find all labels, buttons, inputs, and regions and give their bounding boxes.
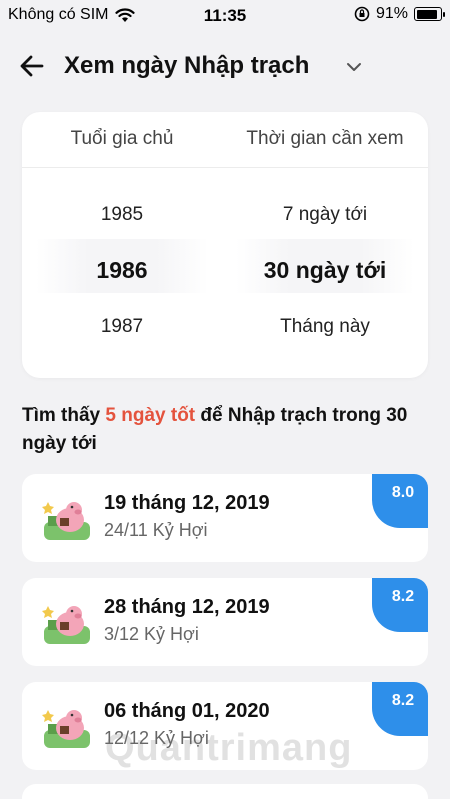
result-card-partial[interactable]: [22, 784, 428, 799]
result-lunar-date: 24/11 Kỷ Hợi: [104, 520, 208, 540]
score-badge: 8.2: [372, 682, 428, 736]
page-title[interactable]: Xem ngày Nhập trạch: [64, 52, 309, 80]
pig-icon: [42, 502, 90, 540]
result-date: 28 tháng 12, 2019: [104, 596, 270, 618]
year-option-selected[interactable]: 1986: [22, 257, 222, 284]
status-right: 91%: [354, 5, 445, 23]
back-button[interactable]: [16, 50, 48, 82]
summary-prefix: Tìm thấy: [22, 405, 106, 426]
range-option[interactable]: Tháng này: [222, 316, 428, 338]
battery-fill: [416, 9, 438, 19]
year-option[interactable]: 1987: [22, 316, 222, 338]
score-badge: 8.2: [372, 578, 428, 632]
battery-icon: [414, 7, 445, 21]
range-option[interactable]: 7 ngày tới: [222, 204, 428, 226]
header: Xem ngày Nhập trạch: [0, 40, 450, 94]
time-range-header: Thời gian cần xem: [246, 128, 404, 149]
result-lunar-date: 3/12 Kỷ Hợi: [104, 624, 199, 644]
watermark: Quantrimang: [105, 727, 353, 769]
title-dropdown[interactable]: [343, 56, 365, 78]
result-card[interactable]: 28 tháng 12, 2019 3/12 Kỷ Hợi 8.2: [22, 578, 428, 666]
arrow-left-icon: [20, 55, 44, 77]
range-option-selected[interactable]: 30 ngày tới: [222, 257, 428, 284]
orientation-lock-icon: [354, 6, 370, 22]
good-days-count: 5 ngày tốt: [105, 405, 196, 426]
score-badge: 8.0: [372, 474, 428, 528]
battery-percent: 91%: [375, 5, 408, 22]
owner-age-header: Tuổi gia chủ: [70, 128, 174, 149]
header-divider: [22, 167, 428, 168]
year-option[interactable]: 1985: [22, 204, 222, 226]
picker-card: Tuổi gia chủ Thời gian cần xem 1985 1986…: [22, 112, 428, 378]
result-card[interactable]: 19 tháng 12, 2019 24/11 Kỷ Hợi 8.0: [22, 474, 428, 562]
results-summary: Tìm thấy 5 ngày tốt để Nhập trạch trong …: [22, 402, 432, 458]
pig-icon: [42, 606, 90, 644]
status-bar: Không có SIM 11:35 91%: [0, 0, 450, 30]
result-date: 06 tháng 01, 2020: [104, 700, 270, 722]
pig-icon: [42, 710, 90, 748]
chevron-down-icon: [347, 63, 361, 71]
result-date: 19 tháng 12, 2019: [104, 492, 270, 514]
